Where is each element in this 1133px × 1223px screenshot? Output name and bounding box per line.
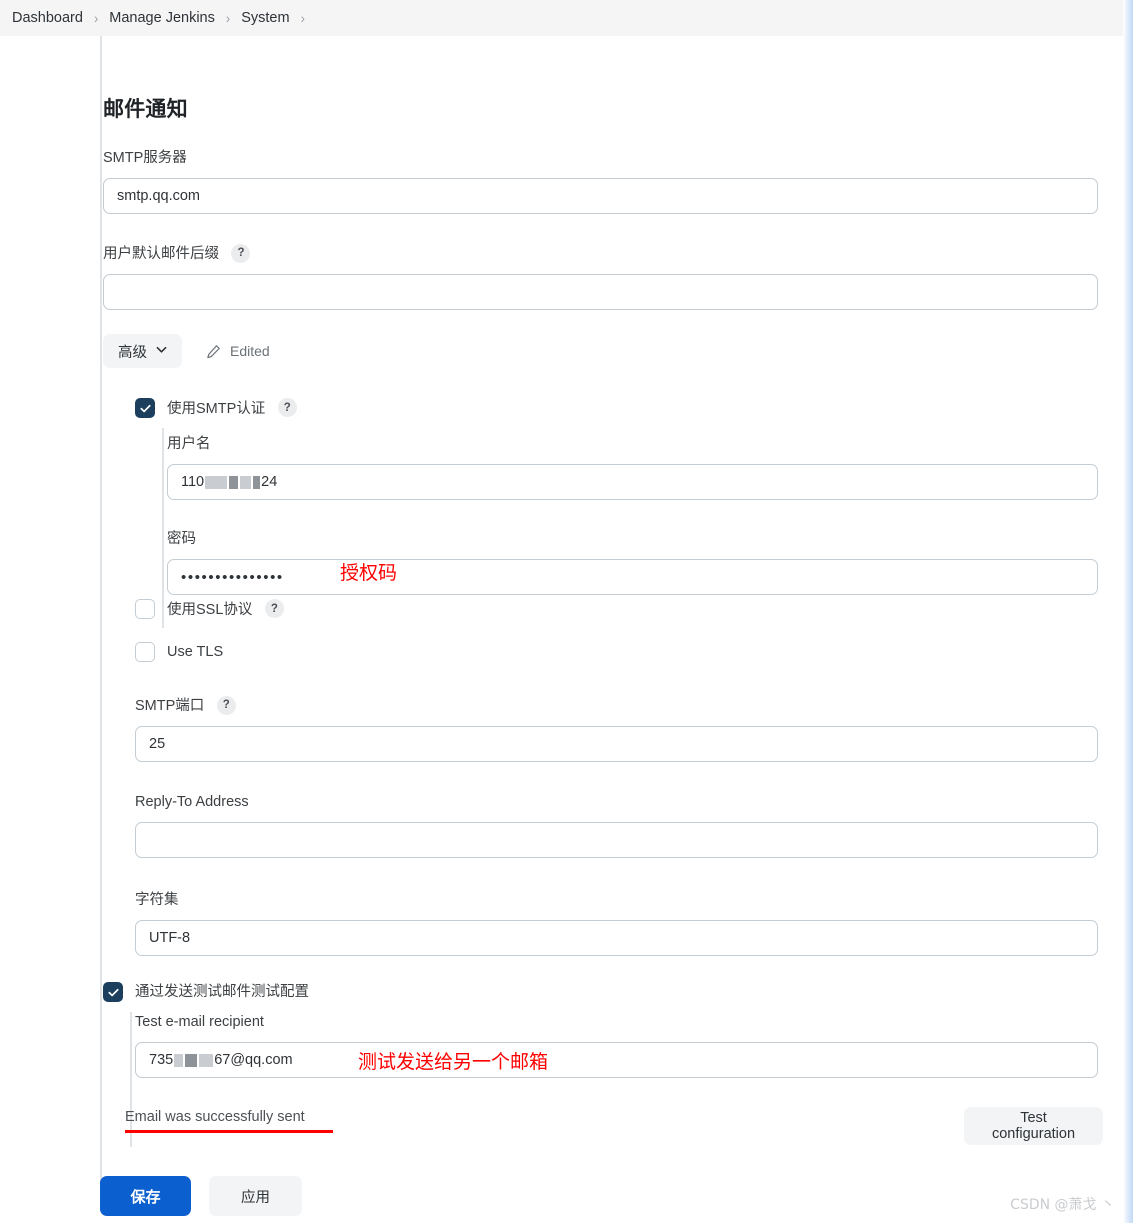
use-smtp-auth-label: 使用SMTP认证 bbox=[167, 400, 266, 417]
test-configuration-button[interactable]: Test configuration bbox=[964, 1107, 1103, 1145]
page-title: 邮件通知 bbox=[103, 98, 188, 121]
edited-label: Edited bbox=[230, 343, 270, 359]
breadcrumb-separator-icon: › bbox=[225, 10, 231, 26]
reply-to-label: Reply-To Address bbox=[135, 794, 249, 810]
use-smtp-auth-checkbox[interactable] bbox=[135, 398, 155, 419]
use-ssl-row: 使用SSL协议 ? bbox=[135, 599, 284, 620]
password-input[interactable]: ••••••••••••••• bbox=[167, 559, 1098, 595]
test-config-label: 通过发送测试邮件测试配置 bbox=[135, 984, 309, 1000]
charset-label: 字符集 bbox=[135, 892, 179, 908]
test-recipient-value-prefix: 735 bbox=[149, 1052, 174, 1068]
username-value-prefix: 110 bbox=[181, 474, 205, 490]
test-config-group-rail bbox=[130, 1012, 132, 1147]
help-icon[interactable]: ? bbox=[277, 398, 297, 417]
use-smtp-auth-label-wrap: 使用SMTP认证 ? bbox=[167, 398, 297, 419]
use-ssl-checkbox[interactable] bbox=[135, 599, 155, 620]
advanced-button[interactable]: 高级 bbox=[103, 334, 182, 368]
help-icon[interactable]: ? bbox=[216, 695, 236, 715]
smtp-port-field-group: SMTP端口 ? 25 bbox=[135, 694, 1098, 762]
username-input[interactable]: 110 24 bbox=[167, 464, 1098, 500]
password-label: 密码 bbox=[167, 531, 196, 547]
pencil-icon bbox=[206, 344, 221, 359]
watermark: CSDN @萧戈 丶 bbox=[1010, 1197, 1115, 1213]
charset-input[interactable]: UTF-8 bbox=[135, 920, 1098, 956]
breadcrumb-separator-icon: › bbox=[93, 10, 99, 26]
breadcrumb: Dashboard › Manage Jenkins › System › bbox=[0, 0, 1123, 36]
breadcrumb-item-dashboard[interactable]: Dashboard bbox=[10, 10, 89, 26]
username-field-group: 用户名 110 24 bbox=[167, 432, 1098, 500]
redaction-block bbox=[185, 1053, 198, 1067]
use-ssl-label: 使用SSL协议 bbox=[167, 601, 253, 618]
reply-to-field-group: Reply-To Address bbox=[135, 793, 1098, 858]
default-suffix-label-row: 用户默认邮件后缀 ? bbox=[103, 242, 1098, 263]
use-tls-row: Use TLS bbox=[135, 642, 223, 662]
chevron-down-icon bbox=[156, 344, 167, 355]
redaction-block bbox=[229, 475, 239, 489]
edited-indicator: Edited bbox=[206, 343, 270, 359]
form-left-rail bbox=[100, 36, 102, 1188]
default-suffix-field-group: 用户默认邮件后缀 ? bbox=[103, 242, 1098, 310]
username-value-suffix: 24 bbox=[261, 474, 278, 490]
advanced-toggle-row: 高级 Edited bbox=[103, 334, 270, 368]
breadcrumb-separator-icon: › bbox=[300, 10, 305, 26]
help-icon[interactable]: ? bbox=[231, 243, 251, 263]
test-config-row: 通过发送测试邮件测试配置 bbox=[103, 982, 309, 1002]
redaction-block bbox=[240, 475, 252, 489]
save-button[interactable]: 保存 bbox=[100, 1176, 191, 1216]
test-config-checkbox[interactable] bbox=[103, 982, 123, 1002]
use-tls-label: Use TLS bbox=[167, 644, 224, 660]
smtp-server-input[interactable]: smtp.qq.com bbox=[103, 178, 1098, 214]
use-smtp-auth-row: 使用SMTP认证 ? bbox=[135, 398, 297, 419]
jenkins-system-config-page: Dashboard › Manage Jenkins › System › 邮件… bbox=[0, 0, 1133, 1223]
smtp-auth-group-rail bbox=[162, 428, 164, 628]
use-ssl-label-wrap: 使用SSL协议 ? bbox=[167, 599, 284, 620]
default-suffix-label: 用户默认邮件后缀 bbox=[103, 246, 219, 262]
test-recipient-annotation: 测试发送给另一个邮箱 bbox=[358, 1051, 549, 1073]
use-tls-checkbox[interactable] bbox=[135, 642, 155, 662]
help-icon[interactable]: ? bbox=[264, 599, 284, 618]
page-right-edge bbox=[1123, 0, 1133, 1223]
test-recipient-label: Test e-mail recipient bbox=[135, 1014, 264, 1030]
smtp-port-input[interactable]: 25 bbox=[135, 726, 1098, 762]
smtp-port-label: SMTP端口 bbox=[135, 698, 205, 714]
reply-to-input[interactable] bbox=[135, 822, 1098, 858]
smtp-server-label: SMTP服务器 bbox=[103, 150, 187, 166]
test-recipient-value-suffix: 67@qq.com bbox=[214, 1052, 293, 1068]
password-masked-value: ••••••••••••••• bbox=[181, 568, 284, 586]
password-field-group: 密码 ••••••••••••••• bbox=[167, 527, 1098, 595]
username-label: 用户名 bbox=[167, 436, 211, 452]
config-content: 邮件通知 SMTP服务器 smtp.qq.com 用户默认邮件后缀 ? 高级 E… bbox=[0, 36, 1123, 1223]
redaction-block bbox=[199, 1053, 214, 1067]
test-recipient-input[interactable]: 735 67@qq.com bbox=[135, 1042, 1098, 1078]
password-annotation: 授权码 bbox=[340, 562, 398, 584]
redaction-block bbox=[174, 1053, 184, 1067]
redaction-block bbox=[253, 475, 261, 489]
smtp-server-field-group: SMTP服务器 smtp.qq.com bbox=[103, 146, 1098, 214]
redaction-block bbox=[205, 475, 228, 489]
status-underline-annotation bbox=[125, 1130, 333, 1133]
charset-field-group: 字符集 UTF-8 bbox=[135, 888, 1098, 956]
advanced-button-label: 高级 bbox=[118, 344, 147, 361]
test-recipient-field-group: Test e-mail recipient 735 67@qq.com bbox=[135, 1013, 1098, 1078]
breadcrumb-item-system[interactable]: System bbox=[235, 10, 295, 26]
apply-button[interactable]: 应用 bbox=[209, 1176, 302, 1216]
smtp-port-label-row: SMTP端口 ? bbox=[135, 694, 1098, 715]
default-suffix-input[interactable] bbox=[103, 274, 1098, 310]
breadcrumb-item-manage-jenkins[interactable]: Manage Jenkins bbox=[103, 10, 221, 26]
email-status-message: Email was successfully sent bbox=[125, 1109, 305, 1125]
